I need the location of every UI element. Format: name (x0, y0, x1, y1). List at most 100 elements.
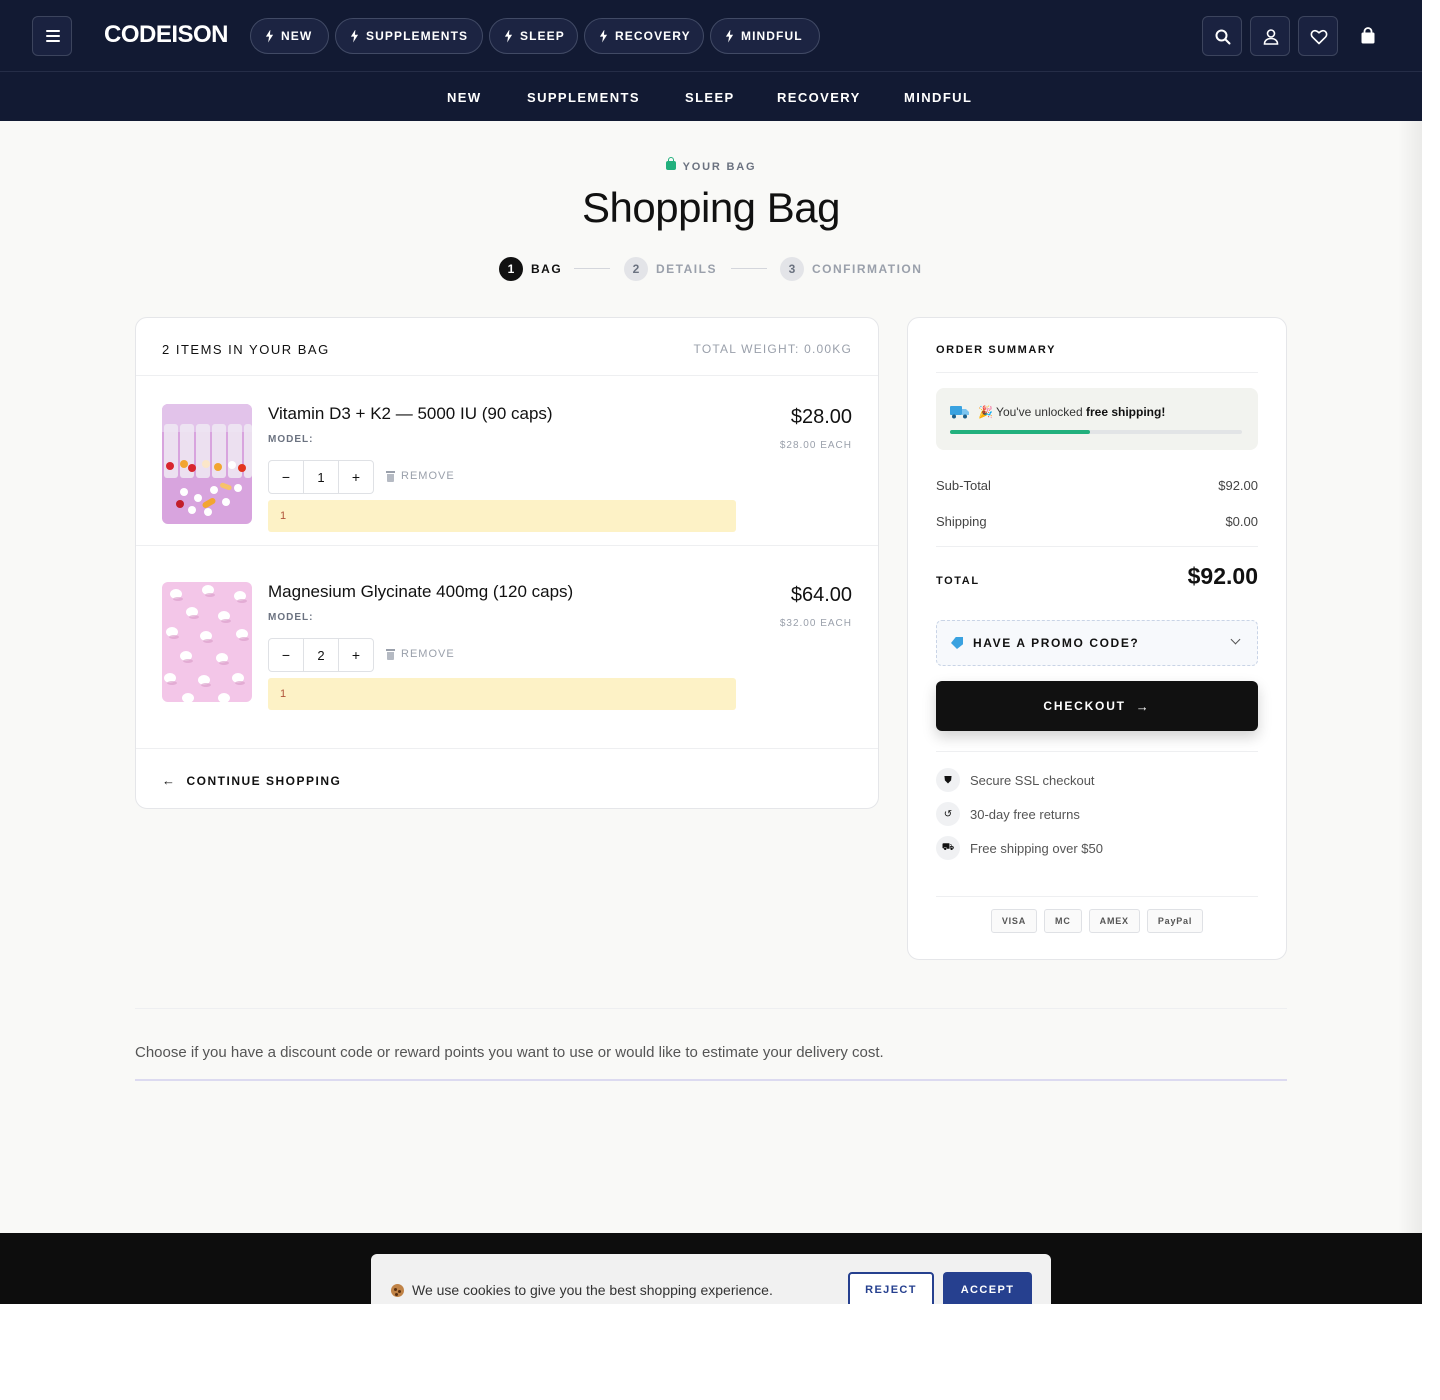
logo[interactable]: CODEISON (104, 21, 229, 49)
nav-recovery[interactable]: RECOVERY (777, 90, 861, 105)
item-unit-price: $28.00 EACH (779, 440, 852, 451)
shipping-label: Shipping (936, 514, 987, 529)
divider (135, 1079, 1287, 1081)
step-number: 1 (499, 257, 523, 281)
trust-item-shipping: ⛟ Free shipping over $50 (936, 836, 1103, 860)
bag-lock-icon (665, 157, 676, 170)
nav-sleep[interactable]: SLEEP (685, 90, 735, 105)
nav-mindful[interactable]: MINDFUL (904, 90, 972, 105)
account-button[interactable] (1250, 16, 1290, 56)
cart-header: 2 ITEMS IN YOUR BAG TOTAL WEIGHT: 0.00KG (136, 318, 878, 376)
subtotal-label: Sub-Total (936, 478, 991, 493)
pill-new[interactable]: NEW (250, 18, 329, 54)
subtotal-value: $92.00 (1218, 478, 1258, 493)
nav-supplements[interactable]: SUPPLEMENTS (527, 90, 640, 105)
quantity-input[interactable]: 1 (303, 461, 339, 493)
quantity-decrease-button[interactable]: − (269, 461, 303, 493)
shipping-progress-bar (950, 430, 1242, 434)
promo-code-toggle[interactable]: HAVE A PROMO CODE? (936, 620, 1258, 666)
pill-recovery[interactable]: RECOVERY (584, 18, 704, 54)
divider (936, 372, 1258, 373)
menu-button[interactable] (32, 16, 72, 56)
free-shipping-text: 🎉 You've unlocked free shipping! (978, 405, 1166, 419)
order-summary: ORDER SUMMARY 🎉 You've unlocked free shi… (907, 317, 1287, 960)
total-value: $92.00 (1187, 563, 1258, 589)
continue-shopping-link[interactable]: ← CONTINUE SHOPPING (162, 773, 341, 788)
quantity-increase-button[interactable]: + (339, 461, 373, 493)
cart-item: Vitamin D3 + K2 — 5000 IU (90 caps) MODE… (136, 376, 878, 546)
product-model: MODEL: (268, 434, 314, 445)
search-button[interactable] (1202, 16, 1242, 56)
product-name[interactable]: Magnesium Glycinate 400mg (120 caps) (268, 582, 573, 602)
search-icon (1215, 29, 1231, 45)
nav-new[interactable]: NEW (447, 90, 482, 105)
free-shipping-banner: 🎉 You've unlocked free shipping! (936, 388, 1258, 450)
bolt-icon (599, 29, 608, 43)
product-name[interactable]: Vitamin D3 + K2 — 5000 IU (90 caps) (268, 404, 553, 424)
bolt-icon (265, 29, 274, 43)
truck-icon: ⛟ (936, 836, 960, 860)
page-eyebrow: YOUR BAG (0, 157, 1422, 173)
trust-item-returns: ↺ 30-day free returns (936, 802, 1080, 826)
cart-item-count: 2 ITEMS IN YOUR BAG (162, 342, 330, 357)
pill-supplements[interactable]: SUPPLEMENTS (335, 18, 483, 54)
arrow-right-icon: → (1135, 698, 1151, 714)
shopping-bag-icon (1361, 27, 1375, 44)
quantity-decrease-button[interactable]: − (269, 639, 303, 671)
quantity-stepper: − 2 + (268, 638, 374, 672)
payment-visa: VISA (990, 909, 1038, 933)
summary-title: ORDER SUMMARY (936, 344, 1057, 356)
payment-mastercard: MC (1044, 909, 1082, 933)
step-label: DETAILS (656, 262, 717, 276)
menu-icon (46, 30, 60, 32)
tag-icon (951, 637, 963, 649)
cart-item: Magnesium Glycinate 400mg (120 caps) MOD… (136, 554, 878, 724)
wishlist-button[interactable] (1298, 16, 1338, 56)
remove-item-button[interactable]: REMOVE (386, 470, 455, 482)
bolt-icon (504, 29, 513, 43)
step-label: CONFIRMATION (812, 262, 923, 276)
cart-panel: 2 ITEMS IN YOUR BAG TOTAL WEIGHT: 0.00KG (135, 317, 879, 809)
cart-footer: ← CONTINUE SHOPPING (136, 748, 878, 808)
user-icon (1263, 29, 1279, 45)
checkout-button[interactable]: CHECKOUT → (936, 681, 1258, 731)
quantity-input[interactable]: 2 (303, 639, 339, 671)
item-notice: 1 (268, 500, 736, 532)
reject-cookies-button[interactable]: REJECT (848, 1272, 934, 1304)
bolt-icon (350, 29, 359, 43)
step-details: 2 DETAILS (624, 257, 717, 281)
step-number: 3 (780, 257, 804, 281)
delivery-truck-icon (950, 406, 969, 419)
product-image-magnesium[interactable] (162, 582, 252, 702)
step-confirmation: 3 CONFIRMATION (780, 257, 922, 281)
divider (135, 1008, 1287, 1009)
page: CODEISON NEW SUPPLEMENTS SLEEP RECOVERY … (0, 0, 1422, 1304)
page-title: Shopping Bag (582, 184, 840, 231)
pill-mindful[interactable]: MINDFUL (710, 18, 820, 54)
shield-icon: ⛊ (936, 768, 960, 792)
chevron-down-icon (1230, 634, 1241, 645)
product-image-vitamin[interactable] (162, 404, 252, 524)
cart-button[interactable] (1358, 26, 1378, 51)
cookie-banner: We use cookies to give you the best shop… (371, 1254, 1051, 1304)
step-number: 2 (624, 257, 648, 281)
accept-cookies-button[interactable]: ACCEPT (943, 1272, 1032, 1304)
payment-methods: VISA MC AMEX PayPal (908, 909, 1286, 933)
divider (936, 896, 1258, 897)
pill-sleep[interactable]: SLEEP (489, 18, 578, 54)
remove-item-button[interactable]: REMOVE (386, 648, 455, 660)
step-connector (731, 268, 767, 269)
product-model: MODEL: (268, 612, 314, 623)
item-total-price: $28.00 (790, 406, 852, 428)
discount-info-text: Choose if you have a discount code or re… (135, 1044, 884, 1061)
item-notice: 1 (268, 678, 736, 710)
divider (936, 751, 1258, 752)
pills-on-pink-image (162, 582, 252, 702)
pill-organizer-image (162, 404, 252, 524)
shipping-value: $0.00 (1225, 514, 1258, 529)
trust-item-ssl: ⛊ Secure SSL checkout (936, 768, 1095, 792)
bolt-icon (725, 29, 734, 43)
arrow-left-icon: ← (162, 773, 177, 788)
quantity-increase-button[interactable]: + (339, 639, 373, 671)
step-bag: 1 BAG (499, 257, 562, 281)
